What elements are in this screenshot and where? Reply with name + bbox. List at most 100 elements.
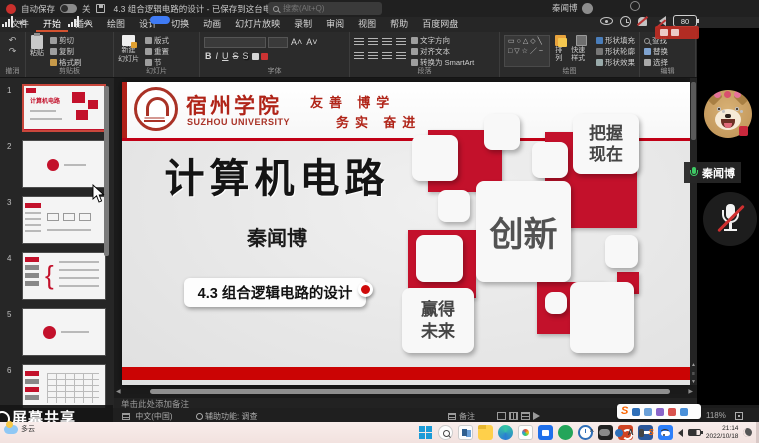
zoom-level[interactable]: 118% xyxy=(706,411,726,420)
underline-button[interactable]: U xyxy=(221,51,230,61)
horizontal-scrollbar-thumb[interactable] xyxy=(150,389,670,394)
square-grasp-present[interactable]: 把握现在 xyxy=(573,114,639,174)
cut-button[interactable]: 剪切 xyxy=(50,35,82,46)
copy-button[interactable]: 复制 xyxy=(50,46,82,57)
file-explorer-icon[interactable] xyxy=(478,425,493,440)
redo-icon[interactable]: ↷ xyxy=(4,46,21,57)
justify-button[interactable] xyxy=(396,52,406,60)
section-title-pill[interactable]: 4.3 组合逻辑电路的设计 xyxy=(184,278,366,307)
align-right-button[interactable] xyxy=(382,52,392,60)
menu-view[interactable]: 视图 xyxy=(351,17,383,32)
align-left-button[interactable] xyxy=(354,52,364,60)
align-text-button[interactable]: 对齐文本 xyxy=(411,46,474,57)
autosave-toggle[interactable] xyxy=(60,4,77,13)
menu-help[interactable]: 帮助 xyxy=(383,17,415,32)
task-view-icon[interactable] xyxy=(458,425,473,440)
bullets-button[interactable] xyxy=(354,38,364,46)
shapes-gallery[interactable]: ▭○△◇╲□▽☆／~ xyxy=(504,35,550,67)
shape-fill-button[interactable]: 形状填充 xyxy=(596,35,635,46)
bold-button[interactable]: B xyxy=(204,51,213,61)
menu-draw[interactable]: 绘图 xyxy=(100,17,132,32)
reset-button[interactable]: 重置 xyxy=(145,46,169,57)
square-win-future[interactable]: 赢得未来 xyxy=(402,288,474,353)
normal-view-button[interactable] xyxy=(497,412,506,420)
input-toolbox-icon[interactable] xyxy=(680,408,688,416)
weather-widget[interactable]: 多云 xyxy=(4,424,35,434)
slide-sorter-view-button[interactable] xyxy=(509,412,518,420)
menu-baidu-netdisk[interactable]: 百度网盘 xyxy=(415,17,465,32)
account-avatar[interactable] xyxy=(582,3,593,14)
slide-canvas[interactable]: 宿州学院 SUZHOU UNIVERSITY 友善 博学 务实 奋进 计算机电路… xyxy=(122,82,690,385)
microphone-mute-button[interactable] xyxy=(703,192,757,246)
scroll-right-icon[interactable]: ▶ xyxy=(688,388,693,395)
tray-expand-icon[interactable]: ^ xyxy=(590,428,594,437)
undo-icon[interactable]: ↶ xyxy=(4,35,21,46)
accessibility-status[interactable]: 辅助功能: 调查 xyxy=(196,411,257,422)
square-innovation[interactable]: 创新 xyxy=(476,181,571,282)
slide-author[interactable]: 秦闻博 xyxy=(152,222,402,251)
replace-button[interactable]: 替换 xyxy=(644,46,691,57)
search-input[interactable] xyxy=(283,4,373,13)
photos-app-icon[interactable] xyxy=(518,425,533,440)
font-color-button[interactable] xyxy=(261,53,268,60)
menu-record[interactable]: 录制 xyxy=(287,17,319,32)
sogou-logo-icon[interactable]: S xyxy=(621,406,628,417)
align-center-button[interactable] xyxy=(368,52,378,60)
tray-mic-icon[interactable] xyxy=(639,429,644,437)
store-app-icon[interactable] xyxy=(538,425,553,440)
arrange-button[interactable]: 排列 xyxy=(555,35,566,67)
taskbar-search-icon[interactable] xyxy=(438,425,453,440)
tray-letter-icon[interactable]: A xyxy=(628,428,634,437)
grow-font-button[interactable]: A˄ xyxy=(290,37,303,47)
save-icon[interactable] xyxy=(96,4,105,13)
thumbnail-slide-1[interactable]: 计算机电路 xyxy=(22,84,106,132)
sogou-input-bar[interactable]: S xyxy=(617,404,701,419)
highlight-color-button[interactable] xyxy=(252,53,259,60)
input-emoji-icon[interactable] xyxy=(668,408,676,416)
menu-animations[interactable]: 动画 xyxy=(196,17,228,32)
layout-button[interactable]: 版式 xyxy=(145,35,169,46)
edge-browser-icon[interactable] xyxy=(498,425,513,440)
font-name-box[interactable] xyxy=(204,37,266,48)
input-clipboard-icon[interactable] xyxy=(656,408,664,416)
previous-slide-button[interactable]: ▲ xyxy=(690,362,697,368)
input-mode-icon[interactable] xyxy=(632,408,640,416)
thumbnail-slide-4[interactable]: { xyxy=(22,252,106,300)
shrink-font-button[interactable]: A˅ xyxy=(305,37,318,47)
thumbnail-slide-2[interactable] xyxy=(22,140,106,188)
input-keyboard-icon[interactable] xyxy=(644,408,652,416)
account-area[interactable]: 秦闻博 xyxy=(552,2,593,14)
new-slide-button[interactable]: 新建幻灯片 xyxy=(118,35,139,67)
reading-view-button[interactable] xyxy=(521,412,530,420)
thumbnail-slide-5[interactable] xyxy=(22,308,106,356)
next-slide-button[interactable]: ▼ xyxy=(690,379,697,385)
text-shadow-button[interactable]: S xyxy=(242,51,250,61)
start-button[interactable] xyxy=(418,425,433,440)
horizontal-scrollbar[interactable]: ◀ ▶ xyxy=(114,387,697,396)
menu-slideshow[interactable]: 幻灯片放映 xyxy=(228,17,287,32)
language-indicator[interactable]: 中文(中国) xyxy=(122,411,173,422)
vertical-scrollbar-thumb[interactable] xyxy=(691,82,696,140)
italic-button[interactable]: I xyxy=(215,51,220,61)
slide-title[interactable]: 计算机电路 xyxy=(152,146,402,204)
text-direction-button[interactable]: 文字方向 xyxy=(411,35,474,46)
taskbar-battery-icon[interactable] xyxy=(688,429,701,436)
paste-button[interactable]: 粘贴 xyxy=(30,35,44,67)
shape-outline-button[interactable]: 形状轮廓 xyxy=(596,46,635,57)
quick-styles-button[interactable]: 快速样式 xyxy=(571,35,591,67)
scrollbar-splitter[interactable]: ≡ xyxy=(690,371,697,377)
slideshow-button[interactable] xyxy=(533,412,540,420)
wifi-icon[interactable] xyxy=(659,429,669,437)
green-app-icon[interactable] xyxy=(558,425,573,440)
taskbar-clock[interactable]: 21:14 2022/10/18 xyxy=(706,425,739,440)
volume-icon[interactable] xyxy=(674,429,683,437)
vertical-scrollbar[interactable]: ▲ ≡ ▼ xyxy=(690,78,697,385)
strikethrough-button[interactable]: S xyxy=(232,51,240,61)
search-box[interactable] xyxy=(268,2,382,15)
increase-indent-button[interactable] xyxy=(396,38,406,46)
night-mode-icon[interactable] xyxy=(743,428,752,437)
tray-cloud-icon[interactable] xyxy=(599,429,610,436)
scroll-left-icon[interactable]: ◀ xyxy=(116,388,121,395)
fit-to-window-button[interactable] xyxy=(735,411,743,420)
notes-toggle-button[interactable]: 备注 xyxy=(448,411,475,422)
